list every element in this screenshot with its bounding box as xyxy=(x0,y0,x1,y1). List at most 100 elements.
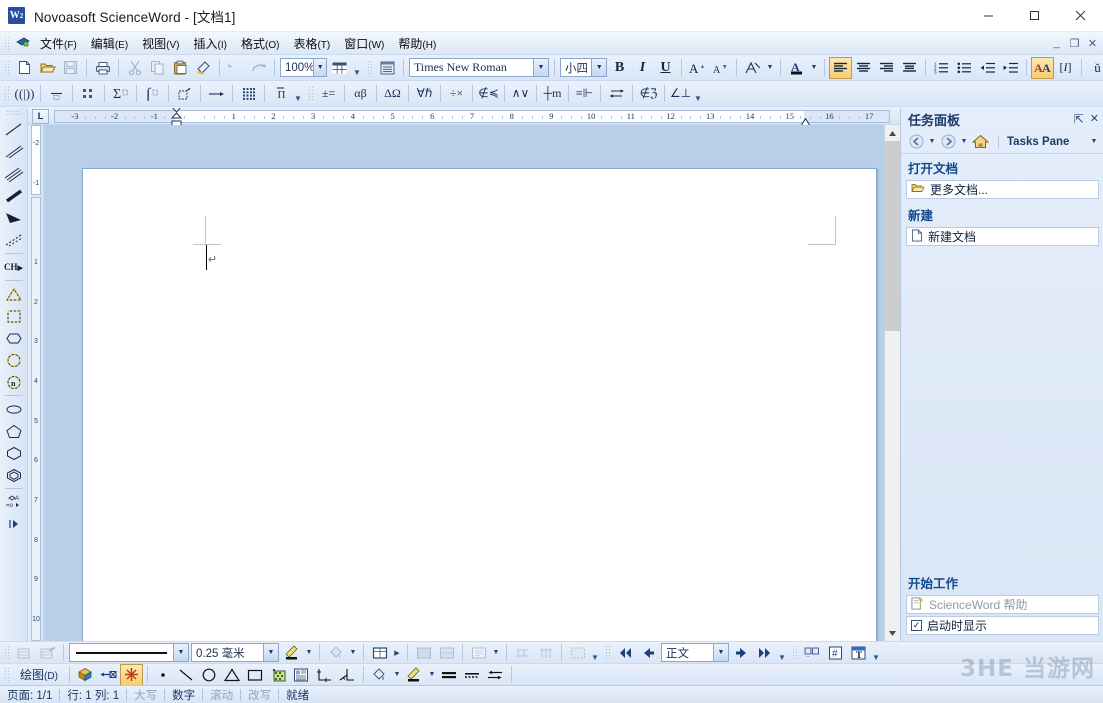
square-icon[interactable] xyxy=(2,305,26,327)
vertical-scrollbar[interactable] xyxy=(884,125,900,641)
greek-upper-icon[interactable]: ΔΩ xyxy=(381,83,404,105)
thick-line-icon[interactable] xyxy=(438,664,461,685)
show-at-startup-checkbox[interactable]: ✓ xyxy=(911,620,922,631)
rectangle-icon[interactable] xyxy=(244,664,267,685)
font-name-combo[interactable]: Times New Roman ▼ xyxy=(409,58,549,77)
table-grid-icon[interactable] xyxy=(566,642,589,663)
menu-help[interactable]: 帮助(H) xyxy=(391,33,443,54)
pattern-icon[interactable] xyxy=(435,642,458,663)
line-width-dropdown-arrow[interactable]: ▼ xyxy=(263,644,278,661)
highlight-dropdown-arrow[interactable]: ▼ xyxy=(764,57,776,79)
close-button[interactable] xyxy=(1057,0,1103,31)
logic-icon[interactable]: ∀ℏ xyxy=(413,83,436,105)
font-size-combo[interactable]: 小四 ▼ xyxy=(560,58,607,77)
toolbar-grip-fields[interactable] xyxy=(791,644,799,661)
mdi-close-button[interactable]: ✕ xyxy=(1086,37,1099,50)
underline-button[interactable]: U xyxy=(654,57,677,79)
toolbar-grip-drawing[interactable] xyxy=(3,666,11,683)
home-icon[interactable] xyxy=(970,132,990,152)
not-member-icon[interactable]: ∉ℨ xyxy=(637,83,660,105)
highlighter-dropdown-arrow[interactable]: ▼ xyxy=(426,664,438,685)
toolbar-grip-nav[interactable] xyxy=(604,644,612,661)
forward-icon[interactable] xyxy=(938,132,958,152)
arrow-solid-icon[interactable] xyxy=(2,207,26,229)
status-caps[interactable]: 大写 xyxy=(127,687,164,703)
triangle-icon[interactable] xyxy=(2,283,26,305)
pencil-color-icon[interactable] xyxy=(280,642,303,663)
task-pane-nav-label[interactable]: Tasks Pane xyxy=(998,135,1088,148)
fill-color-dropdown-arrow[interactable]: ▼ xyxy=(347,642,359,663)
chemistry-ch-icon[interactable]: CH▶ xyxy=(2,256,26,278)
accent-icon[interactable]: ǔ xyxy=(1086,57,1103,79)
arrows-both-icon[interactable] xyxy=(484,664,507,685)
line-double-icon[interactable] xyxy=(2,141,26,163)
borders-icon[interactable] xyxy=(368,642,391,663)
format-painter-icon[interactable] xyxy=(192,57,215,79)
task-pane-nav-dropdown-arrow[interactable]: ▼ xyxy=(1089,132,1099,152)
toolbar-grip-standard[interactable] xyxy=(3,59,11,76)
undo-icon[interactable] xyxy=(224,57,247,79)
boxed-icon[interactable] xyxy=(173,83,196,105)
double-arrow-icon[interactable] xyxy=(605,83,628,105)
borders-dropdown-arrow[interactable]: ▶ xyxy=(391,642,403,663)
menu-table[interactable]: 表格(T) xyxy=(286,33,337,54)
font-name-dropdown-arrow[interactable]: ▼ xyxy=(533,59,548,76)
n-gon-icon[interactable]: n xyxy=(2,371,26,393)
integral-icon[interactable]: ∫ xyxy=(141,83,164,105)
line-triple-icon[interactable] xyxy=(2,163,26,185)
chem-structure-icon[interactable]: A =o xyxy=(2,491,26,513)
redo-icon[interactable] xyxy=(247,57,270,79)
mdi-restore-button[interactable]: ❐ xyxy=(1068,37,1081,50)
hexagon-icon[interactable] xyxy=(2,442,26,464)
relations-icon[interactable]: ┼m xyxy=(541,83,564,105)
line-style-dropdown-arrow[interactable]: ▼ xyxy=(173,644,188,661)
hash-icon[interactable]: # xyxy=(824,642,847,663)
horizontal-ruler[interactable]: L -3 -2 -1 1 2 3 4 5 6 7 8 9 10 11 12 13 14 15 16 17 xyxy=(28,108,900,127)
font-color-icon[interactable]: A xyxy=(785,57,808,79)
line-width-combo[interactable]: 0.25 毫米 ▼ xyxy=(191,643,279,662)
new-document-icon[interactable] xyxy=(13,57,36,79)
taskpane-item-new-document[interactable]: 新建文档 xyxy=(906,227,1099,246)
axes-2-icon[interactable] xyxy=(336,664,359,685)
menu-window[interactable]: 窗口(W) xyxy=(337,33,391,54)
scrollbar-thumb[interactable] xyxy=(884,141,900,331)
nav-toolbar-overflow[interactable]: ▼ xyxy=(776,642,788,663)
paragraph-style-dropdown-arrow[interactable]: ▼ xyxy=(713,644,728,661)
toolbar-grip-taskpane[interactable] xyxy=(366,59,374,76)
taskpane-item-help[interactable]: ? ScienceWord 帮助 xyxy=(906,595,1099,614)
zoom-combo[interactable]: 100% ▼ xyxy=(280,58,327,77)
more-shapes-icon[interactable] xyxy=(2,513,26,535)
task-pane-icon[interactable] xyxy=(376,57,399,79)
align-center-icon[interactable] xyxy=(852,57,875,79)
align-right-icon[interactable] xyxy=(875,57,898,79)
scroll-up-button[interactable] xyxy=(884,125,900,141)
shrink-font-icon[interactable]: A xyxy=(709,57,732,79)
scroll-down-button[interactable] xyxy=(884,625,900,641)
angle-perp-icon[interactable]: ∠⊥ xyxy=(669,83,692,105)
italic-math-icon[interactable]: [I] xyxy=(1054,57,1077,79)
forward-dropdown-arrow[interactable]: ▼ xyxy=(959,132,969,152)
next-icon[interactable] xyxy=(730,642,753,663)
brackets-icon[interactable]: ((|)) xyxy=(13,83,36,105)
zoom-dropdown-arrow[interactable]: ▼ xyxy=(313,59,326,76)
vertical-ruler[interactable]: -2 -1 1 2 3 4 5 6 7 8 9 10 xyxy=(28,125,44,641)
menu-insert[interactable]: 插入(I) xyxy=(187,33,234,54)
fill-color-icon[interactable] xyxy=(324,642,347,663)
ellipse-icon[interactable] xyxy=(2,398,26,420)
menu-grip-handle[interactable] xyxy=(3,34,11,52)
tab-stop-selector[interactable]: L xyxy=(32,108,49,124)
bold-button[interactable]: B xyxy=(608,57,631,79)
paragraph-style-combo[interactable]: 正文 ▼ xyxy=(661,643,729,662)
dashed-line-icon[interactable] xyxy=(461,664,484,685)
table-icon[interactable] xyxy=(328,57,351,79)
highlight-icon[interactable] xyxy=(741,57,764,79)
pin-icon[interactable]: ⇱ xyxy=(1074,112,1084,126)
font-size-dropdown-arrow[interactable]: ▼ xyxy=(591,59,606,76)
right-indent-marker[interactable] xyxy=(800,116,811,126)
erase-table-icon[interactable] xyxy=(36,642,59,663)
greek-lower-icon[interactable]: αβ xyxy=(349,83,372,105)
taskpane-item-more-documents[interactable]: 更多文档... xyxy=(906,180,1099,199)
overbar-icon[interactable]: Π xyxy=(269,83,292,105)
grid-icon[interactable] xyxy=(237,83,260,105)
open-folder-icon[interactable] xyxy=(36,57,59,79)
